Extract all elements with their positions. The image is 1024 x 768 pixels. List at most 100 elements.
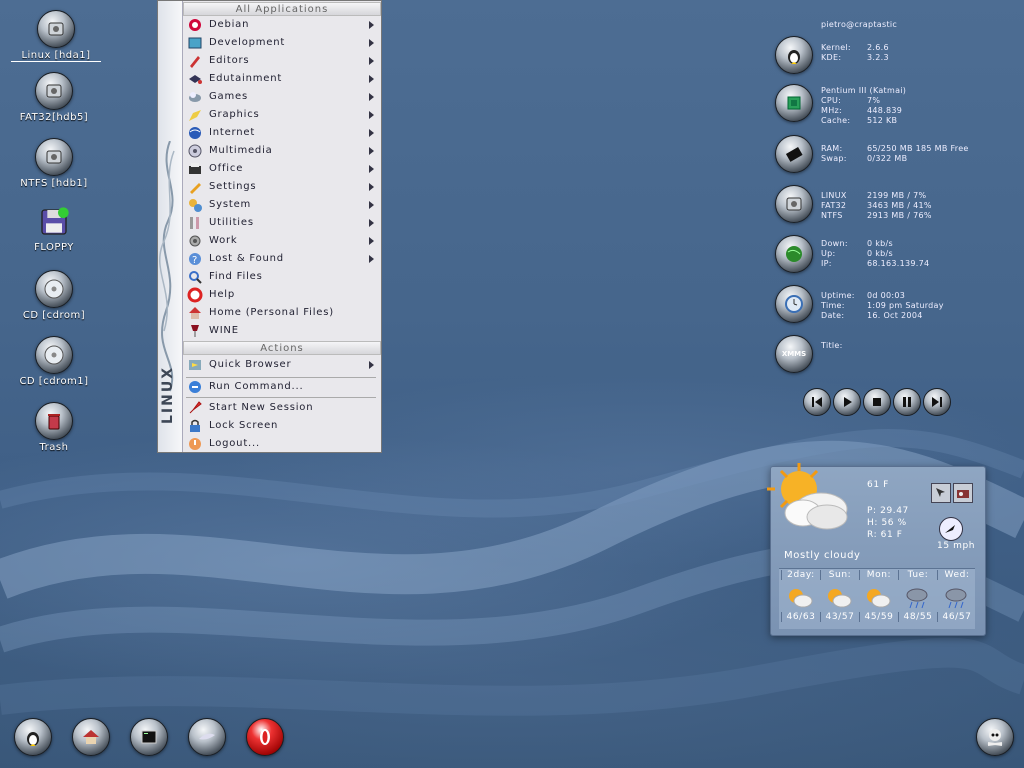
desktop-icon-ntfs[interactable]: NTFS [hdb1] <box>9 138 99 189</box>
forecast-temps: 43/57 <box>820 612 859 622</box>
forecast-day: 2day: <box>781 570 820 580</box>
harddisk-icon <box>35 72 73 110</box>
trash-icon <box>35 402 73 440</box>
wind-direction-icon <box>939 517 963 541</box>
menu-item-home[interactable]: Home (Personal Files) <box>184 304 380 322</box>
menu-item-find-files[interactable]: Find Files <box>184 268 380 286</box>
menu-separator <box>186 397 376 398</box>
weather-settings-button[interactable] <box>931 483 951 503</box>
monitor-cpu-text: Pentium III (Katmai) CPU: 7% MHz: 448.839 … <box>821 86 907 125</box>
office-icon <box>189 163 201 174</box>
menu-item-lock-screen[interactable]: Lock Screen <box>184 417 380 435</box>
chevron-right-icon <box>369 129 374 137</box>
clock-icon <box>775 285 813 323</box>
graphics-icon <box>189 110 201 121</box>
xmms-orb[interactable]: XMMS <box>775 335 813 373</box>
dock-skull-button[interactable] <box>976 718 1014 756</box>
cdrom-icon <box>35 270 73 308</box>
chevron-right-icon <box>369 93 374 101</box>
dock-tux-button[interactable] <box>14 718 52 756</box>
cdrom-icon <box>35 336 73 374</box>
skip-forward-icon <box>932 397 942 407</box>
wine-icon <box>191 325 199 337</box>
monitor-memory-text: RAM: 65/250 MB 185 MB Free Swap: 0/322 MB <box>821 144 969 163</box>
dock-opera-button[interactable] <box>246 718 284 756</box>
forecast-day: Mon: <box>859 570 898 580</box>
rocket-icon <box>189 401 202 414</box>
run-command-icon <box>189 381 201 393</box>
desktop-icon-linux[interactable]: Linux [hda1] <box>11 10 101 62</box>
monitor-disk-text: LINUX 2199 MB / 7% FAT32 3463 MB / 41% NTF… <box>821 191 932 220</box>
menu-item-games[interactable]: Games <box>184 88 380 106</box>
skull-icon <box>976 718 1014 756</box>
edutainment-icon <box>189 75 202 84</box>
menu-item-system[interactable]: System <box>184 196 380 214</box>
menu-item-utilities[interactable]: Utilities <box>184 214 380 232</box>
desktop-icon-trash[interactable]: Trash <box>9 402 99 453</box>
rain-cloud-icon <box>937 585 975 611</box>
menu-sidebar-text: LINUX <box>160 366 176 425</box>
chevron-right-icon <box>369 75 374 83</box>
forecast-temps: 46/63 <box>781 612 820 622</box>
menu-item-lost-found[interactable]: ? Lost & Found <box>184 250 380 268</box>
chevron-right-icon <box>369 111 374 119</box>
menu-header-actions: Actions <box>183 341 381 355</box>
xmms-play-button[interactable] <box>833 388 861 416</box>
weather-wind: 15 mph <box>937 541 976 551</box>
harddisk-icon <box>35 138 73 176</box>
quick-browser-icon <box>189 360 201 370</box>
menu-item-office[interactable]: Office <box>184 160 380 178</box>
menu-item-logout[interactable]: Logout... <box>184 435 380 453</box>
weather-temperature: 61 F <box>867 480 889 490</box>
xmms-pause-button[interactable] <box>893 388 921 416</box>
desktop-icon-cdrom[interactable]: CD [cdrom] <box>9 270 99 321</box>
dock-email-button[interactable] <box>188 718 226 756</box>
desktop-icon-label: FLOPPY <box>34 242 74 253</box>
chevron-right-icon <box>369 237 374 245</box>
xmms-next-button[interactable] <box>923 388 951 416</box>
desktop-icon-floppy[interactable]: FLOPPY <box>9 204 99 253</box>
multimedia-icon <box>188 144 202 158</box>
desktop-icon-label: Linux [hda1] <box>11 50 101 62</box>
forecast-day: Sun: <box>820 570 859 580</box>
editors-icon <box>190 56 200 68</box>
menu-item-wine[interactable]: WINE <box>184 322 380 340</box>
menu-item-graphics[interactable]: Graphics <box>184 106 380 124</box>
menu-item-start-new-session[interactable]: Start New Session <box>184 399 380 417</box>
games-icon <box>189 92 201 102</box>
menu-item-work[interactable]: Work <box>184 232 380 250</box>
menu-item-debian[interactable]: Debian <box>184 16 380 34</box>
chevron-right-icon <box>369 255 374 263</box>
menu-item-internet[interactable]: Internet <box>184 124 380 142</box>
monitor-network-orb <box>775 235 813 273</box>
menu-item-editors[interactable]: Editors <box>184 52 380 70</box>
monitor-system-orb <box>775 36 813 74</box>
desktop-icon-fat32[interactable]: FAT32[hdb5] <box>9 72 99 123</box>
sun-cloud-icon <box>781 585 819 611</box>
xmms-icon: XMMS <box>775 335 813 373</box>
desktop-icon-label: FAT32[hdb5] <box>19 112 89 123</box>
weather-pressure: P: 29.47 <box>867 506 909 516</box>
application-menu: LINUX All Applications Debian Developmen… <box>157 0 382 453</box>
harddisk-icon <box>37 10 75 48</box>
xmms-stop-button[interactable] <box>863 388 891 416</box>
menu-item-help[interactable]: Help <box>184 286 380 304</box>
desktop-icon-cdrom1[interactable]: CD [cdrom1] <box>9 336 99 387</box>
chevron-right-icon <box>369 165 374 173</box>
desktop-icon-label: CD [cdrom] <box>22 310 86 321</box>
weather-station-button[interactable] <box>953 483 973 503</box>
dock-home-button[interactable] <box>72 718 110 756</box>
menu-item-multimedia[interactable]: Multimedia <box>184 142 380 160</box>
memory-chip-icon <box>775 135 813 173</box>
menu-item-quick-browser[interactable]: Quick Browser <box>184 356 380 374</box>
menu-item-settings[interactable]: Settings <box>184 178 380 196</box>
menu-item-run-command[interactable]: Run Command... <box>184 378 380 396</box>
dock-terminal-button[interactable] <box>130 718 168 756</box>
weather-widget: 61 F P: 29.47 H: 56 % R: 61 F 15 mph Mos… <box>767 463 986 636</box>
lost-found-icon: ? <box>189 253 201 266</box>
menu-item-development[interactable]: Development <box>184 34 380 52</box>
weather-realfeel: R: 61 F <box>867 530 903 540</box>
menu-item-edutainment[interactable]: Edutainment <box>184 70 380 88</box>
xmms-previous-button[interactable] <box>803 388 831 416</box>
desktop-icon-label: NTFS [hdb1] <box>20 178 88 189</box>
